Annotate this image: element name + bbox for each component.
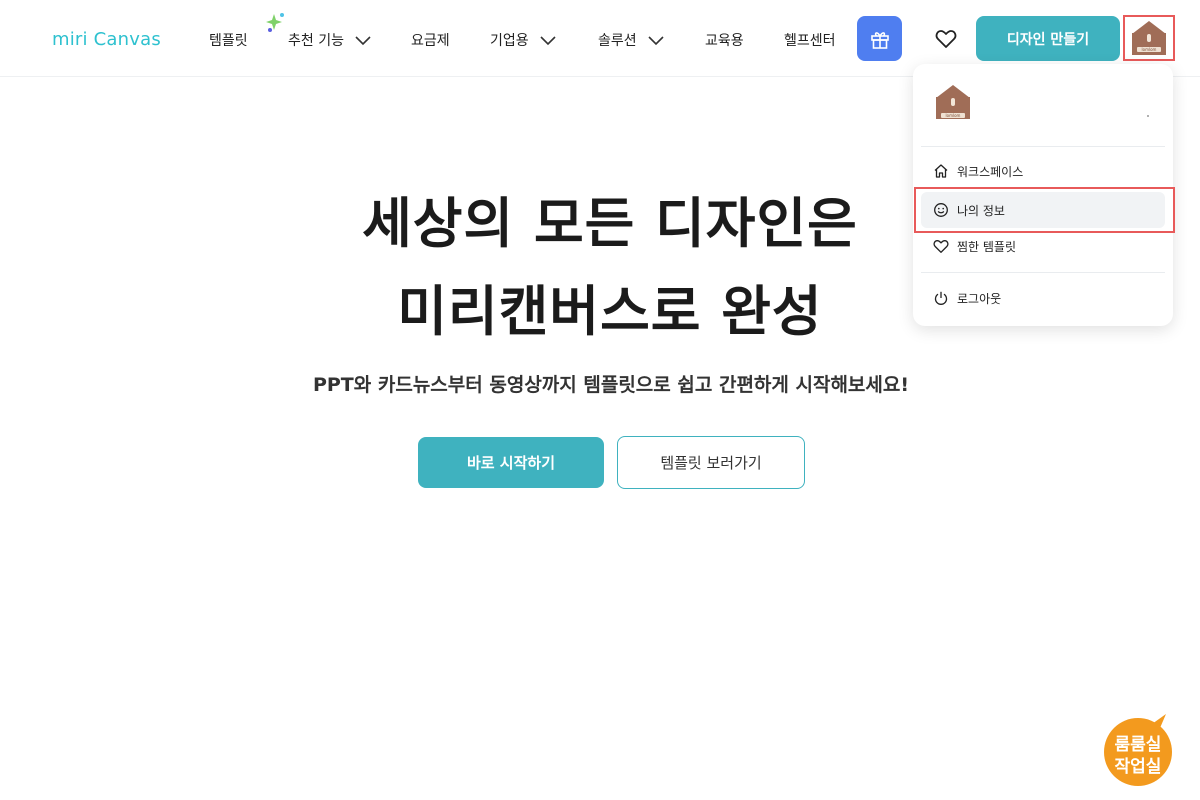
heart-icon [935, 30, 957, 48]
hero-title: 세상의 모든 디자인은 미리캔버스로 완성 [0, 180, 1200, 356]
nav-label: 추천 기능 [288, 33, 344, 49]
watermark-logo: 룸룸실 작업실 [1104, 714, 1172, 786]
nav-enterprise[interactable]: 기업용 [490, 30, 557, 50]
favorites-button[interactable] [933, 26, 959, 52]
nav-help-center[interactable]: 헬프센터 [784, 30, 836, 50]
nav-pricing[interactable]: 요금제 [411, 30, 450, 50]
watermark-line2: 작업실 [1115, 757, 1162, 777]
make-design-button[interactable]: 디자인 만들기 [976, 16, 1120, 61]
avatar-brand-text: lomlom [1137, 47, 1161, 52]
hero-subtitle: PPT와 카드뉴스부터 동영상까지 템플릿으로 쉽고 간편하게 시작해보세요! [312, 374, 910, 396]
nav-label: 솔루션 [598, 33, 637, 49]
hero-title-line2: 미리캔버스로 완성 [397, 280, 823, 343]
menu-divider [921, 146, 1165, 147]
logo-text: miri Canvas [52, 28, 161, 50]
nav-label: 요금제 [411, 33, 450, 49]
menu-dot [1147, 115, 1149, 117]
nav-label: 템플릿 [209, 33, 248, 49]
gift-button[interactable] [857, 16, 902, 61]
watermark-line1: 룸룸실 [1115, 735, 1162, 755]
start-now-button[interactable]: 바로 시작하기 [418, 437, 604, 488]
profile-avatar-button[interactable]: lomlom [1123, 15, 1175, 61]
menu-item-label: 워크스페이스 [957, 164, 1024, 179]
nav-templates[interactable]: 템플릿 [209, 30, 248, 50]
miricanvas-logo[interactable]: miri Canvas [52, 28, 161, 50]
chevron-down-icon [648, 36, 664, 46]
gift-icon [870, 31, 889, 49]
nav-features[interactable]: 추천 기능 [288, 30, 372, 50]
nav-solutions[interactable]: 솔루션 [598, 30, 665, 50]
avatar-brand-text: lomlom [941, 113, 965, 118]
home-icon [934, 164, 948, 178]
nav-education[interactable]: 교육용 [705, 30, 744, 50]
chevron-down-icon [355, 36, 371, 46]
avatar: lomlom [1132, 21, 1166, 55]
avatar: lomlom [936, 85, 970, 121]
nav-label: 기업용 [490, 33, 529, 49]
hero-title-line1: 세상의 모든 디자인은 [362, 192, 858, 255]
nav-label: 헬프센터 [784, 33, 836, 49]
chevron-down-icon [540, 36, 556, 46]
view-templates-button[interactable]: 템플릿 보러가기 [617, 436, 805, 489]
nav-label: 교육용 [705, 33, 744, 49]
sparkle-icon [266, 13, 284, 32]
